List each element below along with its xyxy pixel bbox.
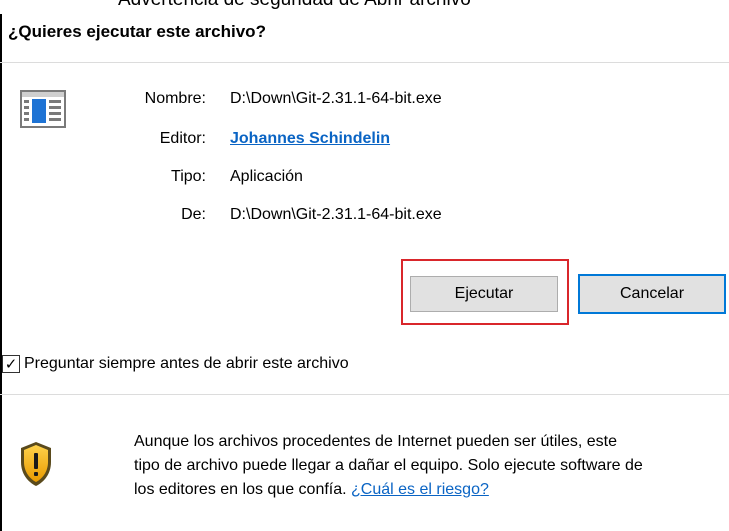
name-value: D:\Down\Git-2.31.1-64-bit.exe xyxy=(230,90,442,107)
always-ask-checkbox-row[interactable]: ✓ Preguntar siempre antes de abrir este … xyxy=(2,352,349,376)
always-ask-checkbox[interactable]: ✓ xyxy=(2,355,20,373)
from-value: D:\Down\Git-2.31.1-64-bit.exe xyxy=(230,206,442,223)
warning-line-3: los editores en los que confía. ¿Cuál es… xyxy=(134,478,729,502)
publisher-link[interactable]: Johannes Schindelin xyxy=(230,130,390,148)
window-title-bar-fragment: Advertencia de seguridad de Abrir archiv… xyxy=(0,0,729,14)
risk-link[interactable]: ¿Cuál es el riesgo? xyxy=(351,481,489,498)
warning-line-3-text: los editores en los que confía. xyxy=(134,481,352,498)
warning-line-2: tipo de archivo puede llegar a dañar el … xyxy=(134,457,643,474)
always-ask-label[interactable]: Preguntar siempre antes de abrir este ar… xyxy=(24,355,349,373)
from-label: De: xyxy=(181,206,206,223)
dialog-question: ¿Quieres ejecutar este archivo? xyxy=(8,22,266,41)
cancel-button[interactable]: Cancelar xyxy=(578,274,726,314)
run-button[interactable]: Ejecutar xyxy=(410,276,558,312)
security-warning-dialog: Advertencia de seguridad de Abrir archiv… xyxy=(0,0,729,531)
warning-divider xyxy=(0,394,729,395)
security-shield-warning-icon xyxy=(21,442,51,486)
window-title: Advertencia de seguridad de Abrir archiv… xyxy=(118,0,471,11)
type-value: Aplicación xyxy=(230,168,303,185)
type-label: Tipo: xyxy=(171,168,206,185)
publisher-label: Editor: xyxy=(159,130,206,147)
warning-message: Aunque los archivos procedentes de Inter… xyxy=(134,430,729,502)
warning-line-1: Aunque los archivos procedentes de Inter… xyxy=(134,433,617,450)
header-divider xyxy=(0,62,729,63)
name-label: Nombre: xyxy=(144,90,206,107)
